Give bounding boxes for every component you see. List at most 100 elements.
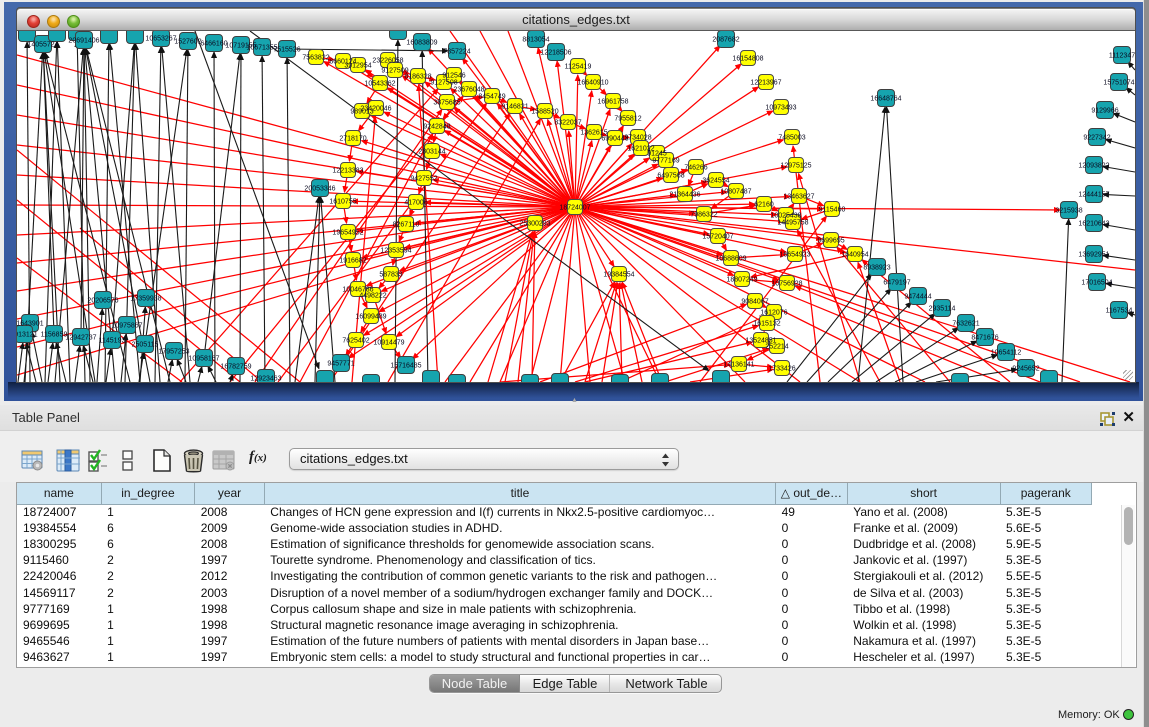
svg-text:12213383: 12213383	[332, 167, 363, 174]
svg-text:2087682: 2087682	[712, 36, 739, 43]
svg-text:17016504: 17016504	[1081, 279, 1112, 286]
svg-text:417006: 417006	[404, 199, 427, 206]
svg-text:3913121: 3913121	[17, 331, 38, 338]
svg-text:10975867: 10975867	[111, 322, 142, 329]
svg-text:10807487: 10807487	[720, 188, 751, 195]
svg-text:7357224: 7357224	[443, 48, 470, 55]
svg-text:3215938: 3215938	[1055, 207, 1082, 214]
svg-text:3624554: 3624554	[702, 177, 729, 184]
svg-text:13463627: 13463627	[783, 193, 814, 200]
svg-text:16640910: 16640910	[577, 79, 608, 86]
svg-text:23226058: 23226058	[372, 57, 403, 64]
svg-text:7563822: 7563822	[302, 54, 329, 61]
svg-text:1612076: 1612076	[760, 309, 787, 316]
svg-text:16782759: 16782759	[220, 363, 251, 370]
svg-text:16961758: 16961758	[597, 98, 628, 105]
svg-text:15751074: 15751074	[1103, 79, 1134, 86]
svg-text:25300293: 25300293	[519, 220, 550, 227]
svg-text:17957253: 17957253	[158, 348, 189, 355]
svg-text:1733426: 1733426	[768, 365, 795, 372]
svg-text:2718170: 2718170	[339, 135, 366, 142]
svg-text:8186328: 8186328	[404, 73, 431, 80]
svg-text:9115460: 9115460	[819, 206, 846, 213]
svg-text:16654923: 16654923	[779, 251, 810, 258]
svg-text:10756928: 10756928	[771, 280, 802, 287]
svg-text:1643901: 1643901	[17, 320, 44, 327]
svg-text:62160: 62160	[754, 201, 774, 208]
svg-text:252214: 252214	[765, 343, 788, 350]
svg-text:1112347: 1112347	[1109, 52, 1135, 59]
svg-text:16099489: 16099489	[355, 313, 386, 320]
svg-text:9127508: 9127508	[430, 79, 457, 86]
svg-text:9242848: 9242848	[423, 123, 450, 130]
svg-text:746266: 746266	[684, 164, 707, 171]
svg-text:4498222: 4498222	[359, 292, 386, 299]
svg-text:12942737: 12942737	[65, 334, 96, 341]
svg-text:10654112: 10654112	[991, 349, 1022, 356]
svg-text:7632621: 7632621	[952, 320, 979, 327]
svg-text:10653267: 10653267	[145, 35, 176, 42]
svg-text:9777169: 9777169	[652, 157, 679, 164]
svg-text:23676048: 23676048	[453, 86, 484, 93]
svg-text:7986322: 7986322	[690, 211, 717, 218]
svg-text:1527602: 1527602	[174, 38, 201, 45]
svg-text:12975125: 12975125	[780, 162, 811, 169]
svg-text:21364436: 21364436	[669, 191, 700, 198]
svg-text:9146821: 9146821	[501, 103, 528, 110]
svg-text:6466160: 6466160	[200, 40, 227, 47]
svg-text:1145193: 1145193	[99, 337, 126, 344]
svg-text:2935114: 2935114	[929, 305, 956, 312]
svg-text:9699695: 9699695	[817, 237, 844, 244]
svg-text:9129966: 9129966	[1091, 107, 1118, 114]
svg-text:8322037: 8322037	[554, 119, 581, 126]
svg-text:9734028: 9734028	[624, 134, 651, 141]
svg-text:12218506: 12218506	[540, 49, 571, 56]
svg-text:15716485: 15716485	[390, 362, 421, 369]
svg-text:1156859: 1156859	[41, 331, 68, 338]
svg-text:7955812: 7955812	[614, 115, 641, 122]
svg-text:587833: 587833	[379, 271, 402, 278]
svg-text:12093822: 12093822	[1078, 162, 1109, 169]
svg-text:10025438: 10025438	[770, 212, 801, 219]
svg-text:2505115: 2505115	[132, 341, 159, 348]
svg-text:12923463: 12923463	[250, 375, 281, 382]
svg-text:7485003: 7485003	[778, 134, 805, 141]
svg-text:20053346: 20053346	[304, 185, 335, 192]
svg-text:1615132: 1615132	[753, 320, 780, 327]
svg-text:6479197: 6479197	[883, 279, 910, 286]
svg-text:9427552: 9427552	[410, 175, 437, 182]
svg-text:10688609: 10688609	[715, 255, 746, 262]
svg-text:9084067: 9084067	[741, 298, 768, 305]
svg-text:16210643: 16210643	[1078, 220, 1109, 227]
svg-text:9245652: 9245652	[1012, 365, 1039, 372]
svg-text:6497568: 6497568	[657, 172, 684, 179]
svg-text:12353594: 12353594	[380, 247, 411, 254]
svg-text:8454749: 8454749	[478, 93, 505, 100]
svg-text:3912954: 3912954	[344, 62, 371, 69]
svg-text:1167534: 1167534	[1106, 307, 1133, 314]
svg-text:23420046: 23420046	[360, 105, 391, 112]
svg-text:18807249: 18807249	[726, 276, 757, 283]
svg-text:1640954: 1640954	[841, 251, 868, 258]
svg-text:10973493: 10973493	[765, 104, 796, 111]
svg-text:1916682: 1916682	[339, 257, 366, 264]
svg-text:10543362: 10543362	[364, 80, 395, 87]
svg-text:18724007: 18724007	[559, 204, 590, 211]
svg-text:8813054: 8813054	[522, 36, 549, 43]
svg-text:8267110: 8267110	[393, 221, 420, 228]
svg-text:9474444: 9474444	[904, 293, 931, 300]
svg-text:12444157: 12444157	[1078, 191, 1109, 198]
svg-text:10958167: 10958167	[188, 355, 219, 362]
svg-text:16154808: 16154808	[732, 55, 763, 62]
svg-text:7625402: 7625402	[342, 337, 369, 344]
svg-text:17359938: 17359938	[130, 295, 161, 302]
svg-text:20206576: 20206576	[87, 297, 118, 304]
svg-text:8938923: 8938923	[863, 264, 890, 271]
svg-text:9457771: 9457771	[327, 360, 354, 367]
svg-text:1610755: 1610755	[329, 198, 356, 205]
svg-text:19654952: 19654952	[332, 229, 363, 236]
svg-text:9227342: 9227342	[1083, 134, 1110, 141]
svg-text:16648764: 16648764	[870, 95, 901, 102]
svg-text:20691406: 20691406	[68, 37, 99, 44]
svg-text:2803144: 2803144	[418, 148, 445, 155]
